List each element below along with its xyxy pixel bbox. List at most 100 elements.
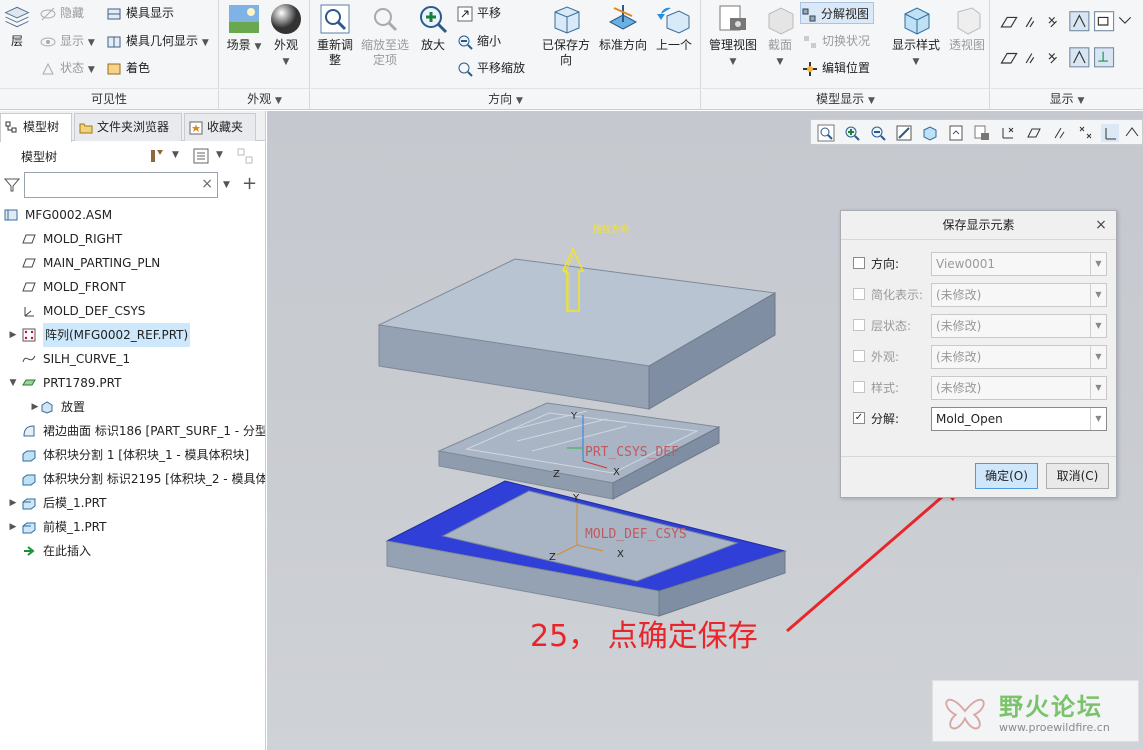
zoom-in-button[interactable]: 放大 bbox=[415, 2, 451, 53]
standard-orientation-button[interactable]: 标准方向 bbox=[597, 2, 649, 53]
chevron-down-icon[interactable]: ▼ bbox=[1090, 253, 1106, 275]
tree-item[interactable]: MAIN_PARTING_PLN bbox=[0, 251, 265, 275]
add-filter-icon[interactable]: + bbox=[242, 173, 257, 194]
tree-settings-icon[interactable] bbox=[148, 147, 166, 165]
model-tree: MFG0002.ASM MOLD_RIGHT MAIN_PARTING_PLN MOL… bbox=[0, 203, 265, 563]
pattern-icon bbox=[22, 328, 36, 342]
tree-columns-icon[interactable] bbox=[192, 147, 210, 165]
status-button[interactable]: 状态 ▼ bbox=[40, 57, 95, 79]
dialog-row-select[interactable]: (未修改) ▼ bbox=[931, 376, 1107, 400]
previous-orientation-button[interactable]: 上一个 bbox=[651, 2, 697, 53]
tree-item[interactable]: ▶ 后模_1.PRT bbox=[0, 491, 265, 515]
pan-zoom-button[interactable]: 平移缩放 bbox=[457, 57, 525, 79]
refit-button[interactable]: 重新调整 bbox=[315, 2, 355, 68]
search-clear-icon[interactable]: × bbox=[201, 176, 213, 192]
tree-settings-dropdown[interactable]: ▼ bbox=[172, 150, 179, 160]
saved-orientation-button[interactable]: 已保存方向 bbox=[537, 2, 595, 68]
toggle-status-button[interactable]: 切换状况 bbox=[802, 30, 870, 52]
expand-arrow-icon[interactable]: ▶ bbox=[8, 515, 18, 539]
search-dropdown[interactable]: ▼ bbox=[223, 180, 230, 190]
select-value: (未修改) bbox=[936, 288, 982, 302]
display-style-button[interactable]: 显示样式 ▼ bbox=[888, 2, 944, 70]
tree-item[interactable]: MOLD_RIGHT bbox=[0, 227, 265, 251]
chevron-down-icon[interactable]: ▼ bbox=[1090, 315, 1106, 337]
scene-icon bbox=[229, 5, 259, 33]
datum-plane-icon bbox=[22, 258, 36, 268]
expand-arrow-icon[interactable]: ▶ bbox=[8, 491, 18, 515]
model-tree-icon bbox=[5, 121, 17, 132]
top-mold-plate[interactable] bbox=[377, 258, 777, 410]
layer-button[interactable]: 层 bbox=[2, 2, 32, 49]
dialog-row-select[interactable]: View0001 ▼ bbox=[931, 252, 1107, 276]
mold-display-button[interactable]: 模具显示 bbox=[106, 2, 174, 24]
expand-arrow-icon[interactable]: ▶ bbox=[8, 323, 18, 347]
show-button[interactable]: 显示 ▼ bbox=[40, 30, 95, 52]
tree-item-label: 在此插入 bbox=[43, 544, 92, 558]
save-display-elements-dialog: 保存显示元素 × 方向: View0001 ▼ 简化表示: (未修改) ▼ 层状态: (未修改… bbox=[840, 210, 1117, 498]
tree-columns-dropdown[interactable]: ▼ bbox=[216, 150, 223, 160]
dialog-row-select[interactable]: Mold_Open ▼ bbox=[931, 407, 1107, 431]
ok-button[interactable]: 确定(O) bbox=[975, 463, 1038, 489]
tab-model-tree[interactable]: 模型树 bbox=[0, 113, 72, 142]
tree-item[interactable]: 裙边曲面 标识186 [PART_SURF_1 - 分型 bbox=[0, 419, 265, 443]
zoom-to-selected-button[interactable]: 缩放至选定项 bbox=[357, 2, 413, 68]
tree-item[interactable]: 体积块分割 1 [体积块_1 - 模具体积块] bbox=[0, 443, 265, 467]
cancel-button[interactable]: 取消(C) bbox=[1046, 463, 1109, 489]
collapse-arrow-icon[interactable]: ▼ bbox=[8, 371, 18, 395]
dialog-row-select[interactable]: (未修改) ▼ bbox=[931, 345, 1107, 369]
manage-views-button[interactable]: 管理视图 ▼ bbox=[706, 2, 760, 70]
tree-item-label: MAIN_PARTING_PLN bbox=[43, 256, 161, 270]
explode-view-button[interactable]: 分解视图 bbox=[800, 2, 875, 24]
tree-item[interactable]: SILH_CURVE_1 bbox=[0, 347, 265, 371]
include-checkbox[interactable] bbox=[853, 350, 865, 362]
tree-item[interactable]: ▼ PRT1789.PRT bbox=[0, 371, 265, 395]
pan-button[interactable]: 平移 bbox=[457, 2, 501, 24]
filter-icon[interactable] bbox=[4, 177, 20, 193]
tab-folder-browser[interactable]: 文件夹浏览器 bbox=[74, 113, 182, 141]
close-icon[interactable]: × bbox=[1094, 211, 1108, 239]
tree-item[interactable]: ▶ 阵列(MFG0002_REF.PRT) bbox=[0, 323, 265, 347]
edit-position-button[interactable]: 编辑位置 bbox=[802, 57, 870, 79]
include-checkbox[interactable] bbox=[853, 319, 865, 331]
dialog-row-select[interactable]: (未修改) ▼ bbox=[931, 283, 1107, 307]
chevron-down-icon[interactable]: ▼ bbox=[1090, 346, 1106, 368]
include-checkbox[interactable] bbox=[853, 257, 865, 269]
graphics-viewport[interactable]: 拖拉方向 PRT_CSYS_DEF Y Z X MOLD_DEF_CSYS Y … bbox=[267, 111, 1143, 750]
dialog-row-label: 方向: bbox=[871, 257, 900, 271]
bottom-mold-plate[interactable]: MOLD_DEF_CSYS Y Z X bbox=[385, 480, 787, 617]
color-button[interactable]: 着色 bbox=[106, 57, 150, 79]
include-checkbox[interactable]: ✓ bbox=[853, 412, 865, 424]
hide-icon bbox=[40, 7, 56, 20]
watermark-url: www.proewildfire.cn bbox=[999, 721, 1110, 734]
expand-arrow-icon[interactable]: ▶ bbox=[30, 395, 40, 419]
tab-favorites[interactable]: 收藏夹 bbox=[184, 113, 256, 141]
part-csys-label: PRT_CSYS_DEF bbox=[585, 445, 679, 460]
chevron-down-icon[interactable]: ▼ bbox=[1090, 377, 1106, 399]
section-button[interactable]: 截面 ▼ bbox=[762, 2, 798, 70]
layer-icon bbox=[4, 6, 30, 28]
include-checkbox[interactable] bbox=[853, 288, 865, 300]
perspective-button[interactable]: 透视图 bbox=[946, 2, 988, 53]
molded-part[interactable]: PRT_CSYS_DEF Y Z X bbox=[437, 402, 721, 500]
tree-item[interactable]: 在此插入 bbox=[0, 539, 265, 563]
tree-item-label: 前模_1.PRT bbox=[43, 520, 107, 534]
tree-item[interactable]: MOLD_FRONT bbox=[0, 275, 265, 299]
mold-geom-display-button[interactable]: 模具几何显示 ▼ bbox=[106, 30, 209, 52]
mold-csys-x: X bbox=[617, 549, 624, 560]
include-checkbox[interactable] bbox=[853, 381, 865, 393]
hide-button[interactable]: 隐藏 bbox=[40, 2, 84, 24]
dialog-row-select[interactable]: (未修改) ▼ bbox=[931, 314, 1107, 338]
zoom-out-button[interactable]: 缩小 bbox=[457, 30, 501, 52]
scene-button[interactable]: 场景 ▼ bbox=[224, 2, 264, 55]
datum-plane-icon bbox=[22, 234, 36, 244]
tree-item[interactable]: MOLD_DEF_CSYS bbox=[0, 299, 265, 323]
tree-item[interactable]: 体积块分割 标识2195 [体积块_2 - 模具体 bbox=[0, 467, 265, 491]
chevron-down-icon[interactable]: ▼ bbox=[1090, 408, 1106, 430]
tree-item[interactable]: MFG0002.ASM bbox=[0, 203, 265, 227]
chevron-down-icon[interactable]: ▼ bbox=[1090, 284, 1106, 306]
tree-search-input[interactable]: × bbox=[24, 172, 218, 198]
mold-display-icon bbox=[107, 8, 121, 19]
appearance-button[interactable]: 外观 ▼ bbox=[266, 2, 306, 70]
tree-item[interactable]: ▶ 放置 bbox=[0, 395, 265, 419]
tree-item[interactable]: ▶ 前模_1.PRT bbox=[0, 515, 265, 539]
